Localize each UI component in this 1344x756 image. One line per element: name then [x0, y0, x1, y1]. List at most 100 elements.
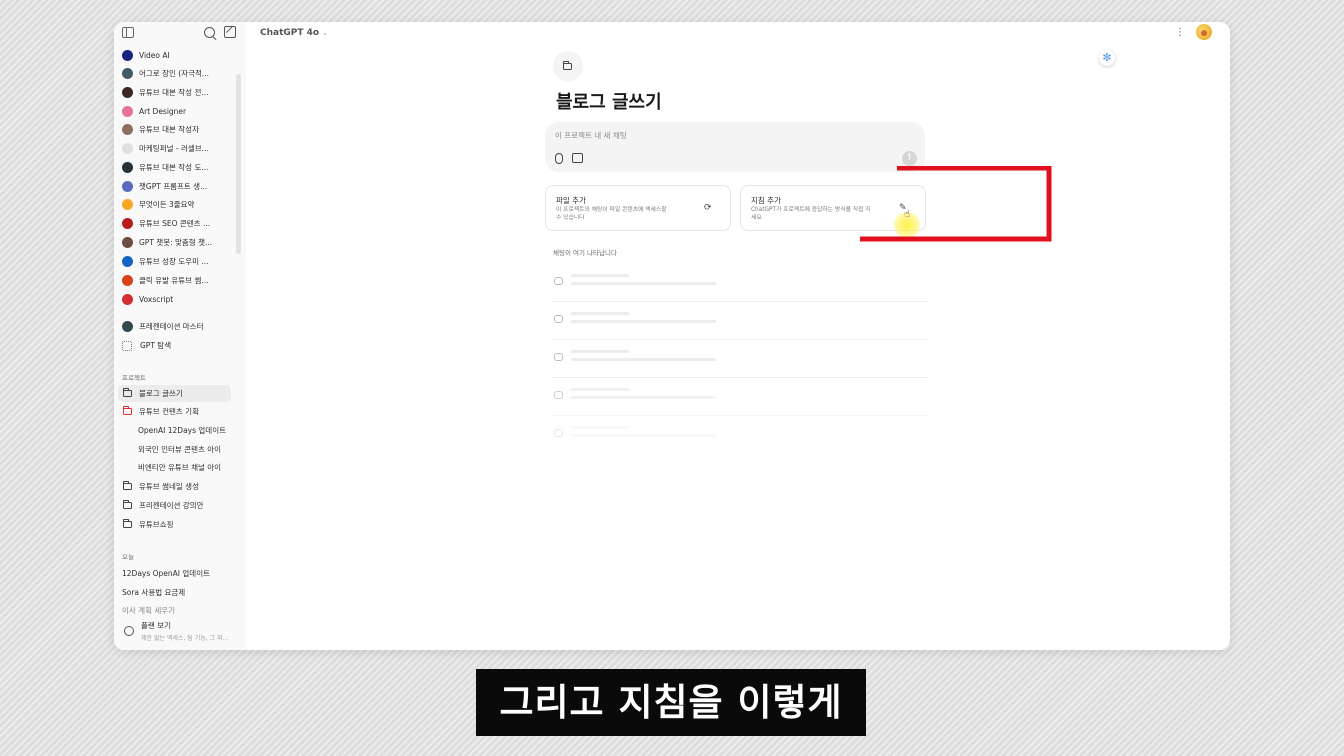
model-name: ChatGPT 4o [260, 28, 320, 38]
skeleton-line [571, 274, 629, 277]
history-item[interactable]: 이사 계획 세우기 [122, 605, 175, 616]
gpt-item-label: GPT 챗봇: 맞춤형 챗... [139, 238, 213, 247]
project-item-blog-writing[interactable]: 블로그 글쓰기 [118, 385, 231, 402]
chat-bubble-icon [554, 391, 563, 399]
gpt-item-presentation-master[interactable]: 프레젠테이션 마스터 [122, 318, 234, 335]
gpt-item-label: 챗GPT 프롬프트 생... [139, 182, 208, 191]
project-chat-item[interactable]: OpenAI 12Days 업데이트 [138, 422, 226, 439]
view-plans-button[interactable]: 플랜 보기 제한 없는 액세스, 팀 기능, 그 외... [122, 620, 240, 644]
gpt-avatar [122, 256, 133, 267]
gpt-avatar [122, 321, 133, 332]
project-item[interactable]: 유튜브쇼핑 [118, 516, 231, 533]
skeleton-line [571, 312, 629, 315]
project-chat-item[interactable]: 비엔티안 유튜브 채널 아이 [138, 459, 224, 476]
more-options-icon[interactable]: ⋮ [1175, 27, 1185, 38]
tools-icon[interactable] [572, 153, 583, 163]
refresh-icon: ⟳ [704, 203, 712, 213]
project-chat-item[interactable]: 외국인 인터뷰 콘텐츠 아이 [138, 441, 224, 458]
sidebar: Video AI 어그로 장인 (자극적... 유튜브 대본 작성 전... A… [114, 22, 246, 650]
explore-gpts-link[interactable]: GPT 탐색 [122, 337, 234, 354]
add-instructions-desc-line2: 세요 [751, 215, 762, 221]
gpt-item[interactable]: Video AI [122, 47, 234, 64]
skeleton-line [571, 434, 716, 437]
gpt-item-label: 어그로 장인 (자극적... [139, 69, 210, 78]
floating-extension-icon[interactable]: ✼ [1099, 50, 1115, 66]
gpt-avatar [122, 143, 133, 154]
gpt-item[interactable]: 유튜브 대본 작성자 [122, 121, 234, 138]
gpt-item[interactable]: 어그로 장인 (자극적... [122, 65, 234, 82]
gpt-item[interactable]: 유튜브 대본 작성 도... [122, 159, 234, 176]
add-instructions-desc-line1: ChatGPT가 프로젝트에 응답하는 방식을 직접 지 [751, 207, 871, 213]
gpt-item[interactable]: GPT 챗봇: 맞춤형 챗... [122, 234, 234, 251]
folder-icon [123, 519, 132, 528]
history-item[interactable]: Sora 사용법 요금제 [122, 587, 185, 598]
gpt-item-label: Art Designer [139, 107, 187, 116]
add-instructions-title: 지침 추가 [751, 196, 781, 205]
folder-open-icon [123, 406, 132, 415]
chat-placeholder-row [551, 340, 929, 378]
gpt-item-label: 무엇이든 3줄요약 [139, 200, 195, 209]
chat-bubble-icon [554, 353, 563, 361]
gpt-avatar [122, 50, 133, 61]
project-chat-label: OpenAI 12Days 업데이트 [138, 426, 227, 435]
add-instructions-description: ChatGPT가 프로젝트에 응답하는 방식을 직접 지세요 [751, 206, 871, 222]
grid-icon [122, 340, 132, 351]
skeleton-line [571, 426, 629, 429]
gpt-item[interactable]: Art Designer [122, 103, 234, 120]
new-chat-icon[interactable] [224, 26, 236, 38]
plan-text: 플랜 보기 제한 없는 액세스, 팀 기능, 그 외... [141, 620, 228, 642]
chevron-down-icon: ⌄ [322, 29, 328, 37]
gpt-item[interactable]: 무엇이든 3줄요약 [122, 196, 234, 213]
project-item-label: 블로그 글쓰기 [139, 389, 183, 398]
gpt-item-label: Voxscript [139, 295, 174, 304]
skeleton-line [571, 350, 629, 353]
chat-placeholder-row [551, 264, 929, 302]
gpt-item-label: 유튜브 대본 작성자 [139, 125, 199, 134]
gpt-avatar [122, 106, 133, 117]
video-caption: 그리고 지침을 이렇게 [476, 669, 866, 736]
sidebar-scrollbar[interactable] [236, 74, 241, 254]
project-item-label: 프리젠테이션 강의안 [139, 501, 204, 510]
folder-icon [123, 500, 132, 509]
app-window: Video AI 어그로 장인 (자극적... 유튜브 대본 작성 전... A… [114, 22, 1230, 650]
attach-icon[interactable] [555, 153, 563, 164]
gpt-item[interactable]: 챗GPT 프롬프트 생... [122, 178, 234, 195]
chat-placeholder-row [551, 378, 929, 416]
model-selector[interactable]: ChatGPT 4o ⌄ [260, 28, 328, 38]
gpt-item[interactable]: 유튜브 SEO 콘텐츠 ... [122, 215, 234, 232]
red-annotation-box [860, 166, 1052, 242]
folder-icon [123, 388, 132, 397]
plan-subtitle: 제한 없는 액세스, 팀 기능, 그 외... [141, 635, 229, 642]
gpt-item-label: 마케팅퍼널 - 러셀브... [139, 144, 209, 153]
add-files-description: 이 프로젝트의 채팅이 파일 콘텐츠에 액세스할 수 있습니다 [556, 206, 667, 222]
chat-placeholder-row [551, 302, 929, 340]
gpt-item[interactable]: 유튜브 대본 작성 전... [122, 84, 234, 101]
project-icon-button[interactable] [553, 51, 583, 81]
project-item[interactable]: 프리젠테이션 강의안 [118, 497, 231, 514]
chat-bubble-icon [554, 315, 563, 323]
project-title: 블로그 글쓰기 [556, 92, 662, 113]
chat-bubble-icon [554, 429, 563, 437]
gpt-item-label: 유튜브 SEO 콘텐츠 ... [139, 219, 211, 228]
history-item[interactable]: 12Days OpenAI 업데이트 [122, 568, 210, 579]
gpt-avatar [122, 162, 133, 173]
project-item-youtube-planning[interactable]: 유튜브 컨텐츠 기획 [118, 403, 231, 420]
gpt-item[interactable]: Voxscript [122, 291, 234, 308]
project-item[interactable]: 유튜브 썸네일 생성 [118, 478, 231, 495]
main-area: ChatGPT 4o ⌄ ⋮ 블로그 글쓰기 이 프로젝트 내 새 채팅 ↑ 파일… [246, 22, 1230, 650]
project-item-label: 유튜브쇼핑 [139, 520, 174, 529]
add-files-card[interactable]: 파일 추가 이 프로젝트의 채팅이 파일 콘텐츠에 액세스할 수 있습니다 ⟳ [545, 185, 731, 231]
sidebar-toggle-icon[interactable] [122, 27, 134, 38]
gpt-item[interactable]: 마케팅퍼널 - 러셀브... [122, 140, 234, 157]
gpt-avatar [122, 124, 133, 135]
search-icon[interactable] [204, 27, 215, 38]
composer[interactable]: 이 프로젝트 내 새 채팅 ↑ [545, 122, 925, 172]
project-item-label: 유튜브 썸네일 생성 [139, 482, 199, 491]
folder-icon [563, 61, 572, 70]
gpt-item[interactable]: 유튜브 성장 도우미 ... [122, 253, 234, 270]
gpt-item[interactable]: 클릭 유발 유튜브 썸... [122, 272, 234, 289]
chat-bubble-icon [554, 277, 563, 285]
explore-gpts-label: GPT 탐색 [140, 341, 172, 350]
profile-avatar[interactable] [1196, 24, 1212, 40]
send-button[interactable]: ↑ [902, 151, 917, 166]
